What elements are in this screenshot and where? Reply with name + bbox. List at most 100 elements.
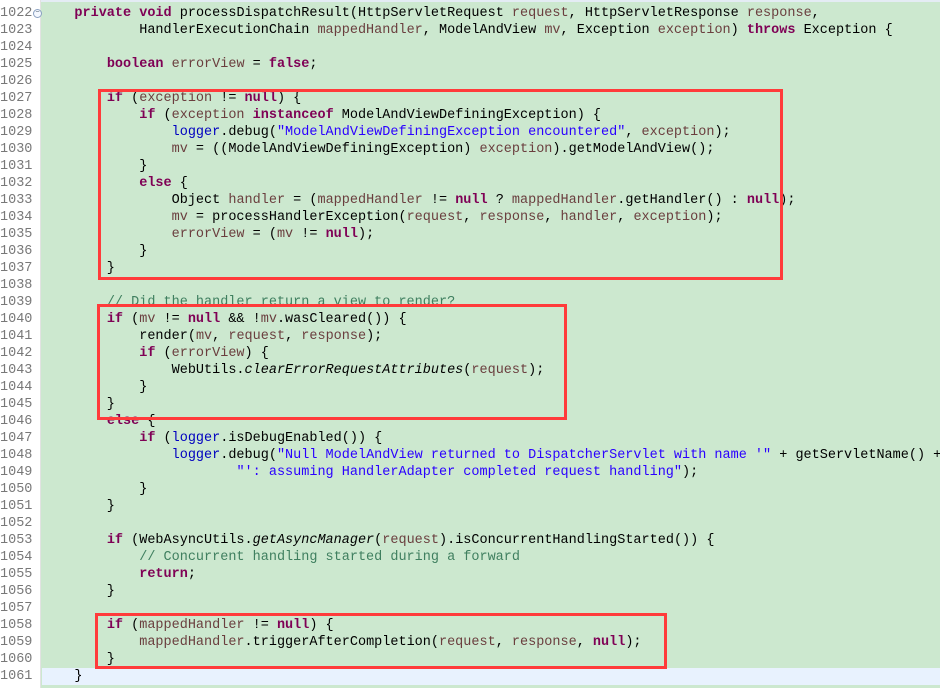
code-text: , [617,210,634,225]
variable: response [301,329,367,344]
keyword: else [139,176,172,191]
line-number: 1053 [0,533,33,548]
code-line[interactable]: 1040 if (mv != null && !mv.wasCleared())… [0,311,940,328]
line-code: // Concurrent handling started during a … [42,549,520,566]
code-line[interactable]: 1044 } [0,379,940,396]
line-code: else { [42,175,188,192]
code-line[interactable]: 1053 if (WebAsyncUtils.getAsyncManager(r… [0,532,940,549]
code-line[interactable]: 1023 HandlerExecutionChain mappedHandler… [0,22,940,39]
code-line[interactable]: 1054 // Concurrent handling started duri… [0,549,940,566]
code-line[interactable]: 1056 } [0,583,940,600]
variable: response [479,210,545,225]
code-line[interactable]: 1034 mv = processHandlerException(reques… [0,209,940,226]
keyword: return [139,567,188,582]
line-number: 1039 [0,295,33,310]
line-code: if (mappedHandler != null) { [42,617,334,634]
code-text: != [422,193,456,208]
code-line[interactable]: 1030 mv = ((ModelAndViewDefiningExceptio… [0,141,940,158]
code-line[interactable]: 1039 // Did the handler return a view to… [0,294,940,311]
code-line[interactable]: 1051 } [0,498,940,515]
code-text: ); [366,329,383,344]
keyword: null [244,91,277,106]
field: logger [171,431,221,446]
line-number: 1024 [0,40,33,55]
code-line[interactable]: 1043 WebUtils.clearErrorRequestAttribute… [0,362,940,379]
code-text: render( [42,329,196,344]
line-number: 1061 [0,669,33,684]
code-line[interactable]: 1050 } [0,481,940,498]
code-text: } [42,669,83,684]
variable: errorView [171,227,245,242]
code-text: ); [706,210,723,225]
keyword: if [106,312,124,327]
code-line[interactable]: 1033 Object handler = (mappedHandler != … [0,192,940,209]
code-line[interactable]: 1042 if (errorView) { [0,345,940,362]
keyword: private [74,6,132,21]
code-line[interactable]: 1028 if (exception instanceof ModelAndVi… [0,107,940,124]
code-text: , [495,635,512,650]
code-line[interactable]: 1024 [0,39,940,56]
line-code: } [42,651,115,668]
code-line[interactable]: 1060 } [0,651,940,668]
keyword: null [276,618,310,633]
code-line[interactable]: 1031 } [0,158,940,175]
code-text: = [244,57,269,72]
code-line[interactable]: 1026 [0,73,940,90]
code-line[interactable]: 1037 } [0,260,940,277]
code-line[interactable]: 1025 boolean errorView = false; [0,56,940,73]
code-line[interactable]: 1022− private void processDispatchResult… [0,5,940,22]
line-number: 1034 [0,210,33,225]
code-text: , ModelAndView [422,23,545,38]
line-number: 1060 [0,652,33,667]
code-text: ) { [276,91,302,106]
variable: mappedHandler [317,193,423,208]
keyword: boolean [106,57,164,72]
line-number: 1032 [0,176,33,191]
code-text: .triggerAfterCompletion( [244,635,439,650]
static-method: clearErrorRequestAttributes [244,363,464,378]
code-text: ( [123,618,140,633]
variable: mv [544,23,561,38]
line-code: boolean errorView = false; [42,56,318,73]
code-line[interactable]: 1055 return; [0,566,940,583]
variable: mappedHandler [317,23,423,38]
code-line[interactable]: 1058 if (mappedHandler != null) { [0,617,940,634]
line-number: 1055 [0,567,33,582]
code-line[interactable]: 1032 else { [0,175,940,192]
code-line[interactable]: 1046 else { [0,413,940,430]
code-line[interactable]: 1048 logger.debug("Null ModelAndView ret… [0,447,940,464]
code-text: , [625,125,642,140]
code-line[interactable]: 1052 [0,515,940,532]
variable: mappedHandler [139,618,245,633]
collapse-minus-icon[interactable]: − [33,9,42,18]
line-number: 1040 [0,312,33,327]
code-line[interactable]: 1061 } [0,668,940,685]
code-text: != [212,91,245,106]
line-code: } [42,583,115,600]
code-line[interactable]: 1038 [0,277,940,294]
code-text: ; [309,57,318,72]
code-line[interactable]: 1049 "': assuming HandlerAdapter complet… [0,464,940,481]
keyword: null [455,193,488,208]
code-line[interactable]: 1047 if (logger.isDebugEnabled()) { [0,430,940,447]
code-line[interactable]: 1035 errorView = (mv != null); [0,226,940,243]
line-number: 1054 [0,550,33,565]
code-line[interactable]: 1059 mappedHandler.triggerAfterCompletio… [0,634,940,651]
code-line[interactable]: 1029 logger.debug("ModelAndViewDefiningE… [0,124,940,141]
code-line[interactable]: 1027 if (exception != null) { [0,90,940,107]
code-line[interactable]: 1036 } [0,243,940,260]
line-code: mv = ((ModelAndViewDefiningException) ex… [42,141,715,158]
comment: // Concurrent handling started during a … [139,550,520,565]
code-text: ); [779,193,796,208]
code-line[interactable]: 1057 [0,600,940,617]
line-code: WebUtils.clearErrorRequestAttributes(req… [42,362,545,379]
code-text: ( [155,346,172,361]
code-line[interactable]: 1041 render(mv, request, response); [0,328,940,345]
line-number: 1050 [0,482,33,497]
variable: exception [657,23,731,38]
code-line[interactable]: 1045 } [0,396,940,413]
